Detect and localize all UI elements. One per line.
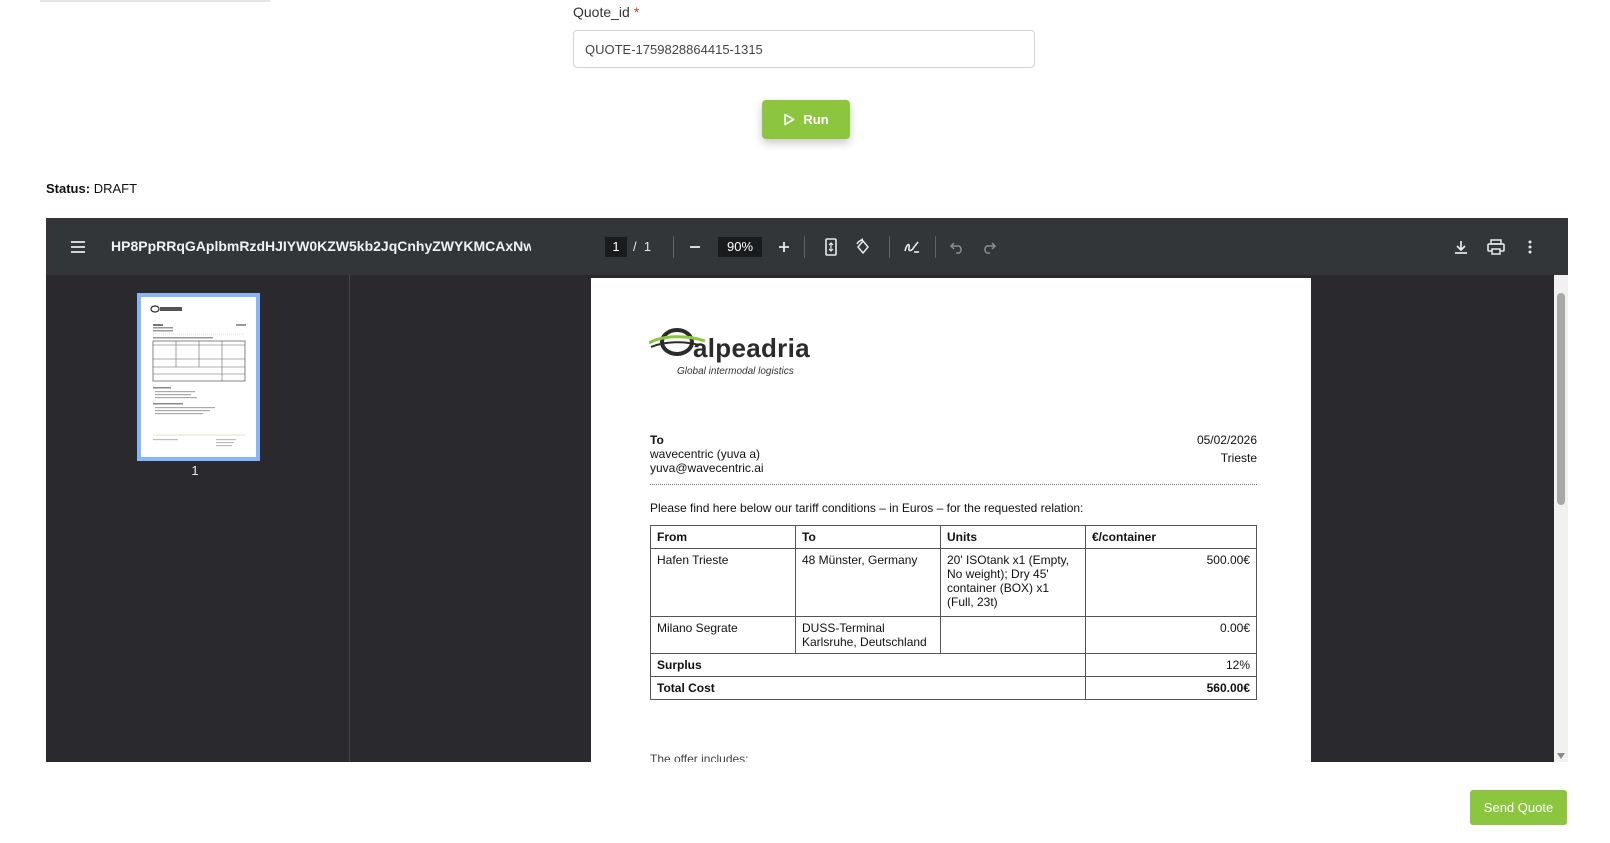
table-cell: Hafen Trieste [650,548,796,617]
quote-city: Trieste [1220,451,1257,465]
logo-tagline: Global intermodal logistics [677,366,794,377]
pdf-page: alpeadria Global intermodal logistics To… [591,278,1311,762]
run-button-label: Run [803,112,829,127]
download-icon[interactable] [1449,235,1473,259]
page-count: / 1 [633,237,651,257]
more-icon[interactable] [1518,235,1542,259]
table-row: Hafen Trieste 48 Münster, Germany 20' IS… [650,548,1257,617]
surplus-row: Surplus 12% [650,653,1257,677]
quote-id-input[interactable] [573,30,1035,68]
total-pages: 1 [643,239,652,254]
zoom-input[interactable]: 90% [718,237,762,257]
menu-icon[interactable] [66,235,90,259]
pdf-viewer: HP8PpRRqGAplbmRzdHJIYW0KZW5kb2JqCnhyZWYK… [46,218,1568,762]
quote-date: 05/02/2026 [1196,433,1257,447]
quote-id-label-text: Quote_id [573,4,630,20]
dotted-divider [650,484,1257,485]
quote-id-label: Quote_id * [573,4,639,20]
scrollbar-thumb[interactable] [1557,293,1565,505]
send-quote-button[interactable]: Send Quote [1470,790,1567,825]
surplus-label: Surplus [650,653,1086,677]
table-cell: 48 Münster, Germany [795,548,941,617]
table-header: From [650,525,796,549]
table-cell: Milano Segrate [650,616,796,654]
table-cell: 500.00€ [1085,548,1257,617]
toolbar-divider [935,236,936,258]
zoom-in-icon[interactable] [772,235,796,259]
table-cell: 20' ISOtank x1 (Empty, No weight); Dry 4… [940,548,1086,617]
status-value: DRAFT [93,181,138,196]
play-icon [784,113,795,126]
status-line: Status: DRAFT [46,181,137,196]
pdf-toolbar: HP8PpRRqGAplbmRzdHJIYW0KZW5kb2JqCnhyZWYK… [46,218,1568,275]
toolbar-divider [804,236,805,258]
total-row: Total Cost 560.00€ [650,676,1257,700]
tariff-table: From To Units €/container Hafen Trieste … [650,525,1257,700]
required-mark: * [633,4,640,20]
top-divider [40,0,270,2]
toolbar-divider [889,236,890,258]
page-thumbnail[interactable] [137,293,260,461]
annotate-icon[interactable] [900,235,924,259]
table-header-row: From To Units €/container [650,525,1257,549]
rotate-icon[interactable] [851,235,875,259]
redo-icon[interactable] [977,235,1001,259]
table-header: €/container [1085,525,1257,549]
total-value: 560.00€ [1085,676,1257,700]
recipient-label: To [650,433,664,447]
fit-page-icon[interactable] [819,235,843,259]
surplus-value: 12% [1085,653,1257,677]
table-cell: 0.00€ [1085,616,1257,654]
status-label: Status: [46,181,91,196]
table-header: To [795,525,941,549]
zoom-out-icon[interactable] [683,235,707,259]
scrollbar[interactable] [1554,275,1568,762]
page-number-input[interactable]: 1 [605,237,627,257]
table-header: Units [940,525,1086,549]
table-cell [940,616,1086,654]
toolbar-divider [673,236,674,258]
logo-wordmark: alpeadria [693,333,810,363]
recipient-email: yuva@wavecentric.ai [650,461,764,475]
total-label: Total Cost [650,676,1086,700]
offer-includes-text: The offer includes: [650,752,749,762]
scroll-down-arrow[interactable] [1557,753,1565,759]
thumbnail-page-number: 1 [191,463,199,478]
company-logo: alpeadria Global intermodal logistics [648,325,810,377]
print-icon[interactable] [1484,235,1508,259]
table-row: Milano Segrate DUSS-Terminal Karlsruhe, … [650,616,1257,654]
document-area: alpeadria Global intermodal logistics To… [350,275,1568,762]
thumbnail-sidebar: 1 [46,275,350,762]
page-separator: / [633,239,637,254]
run-button[interactable]: Run [762,100,850,139]
thumbnail-preview [150,305,246,447]
intro-text: Please find here below our tariff condit… [650,501,1084,515]
recipient-name: wavecentric (yuva a) [650,447,761,461]
document-title: HP8PpRRqGAplbmRzdHJIYW0KZW5kb2JqCnhyZWYK… [111,238,531,254]
undo-icon[interactable] [945,235,969,259]
table-cell: DUSS-Terminal Karlsruhe, Deutschland [795,616,941,654]
